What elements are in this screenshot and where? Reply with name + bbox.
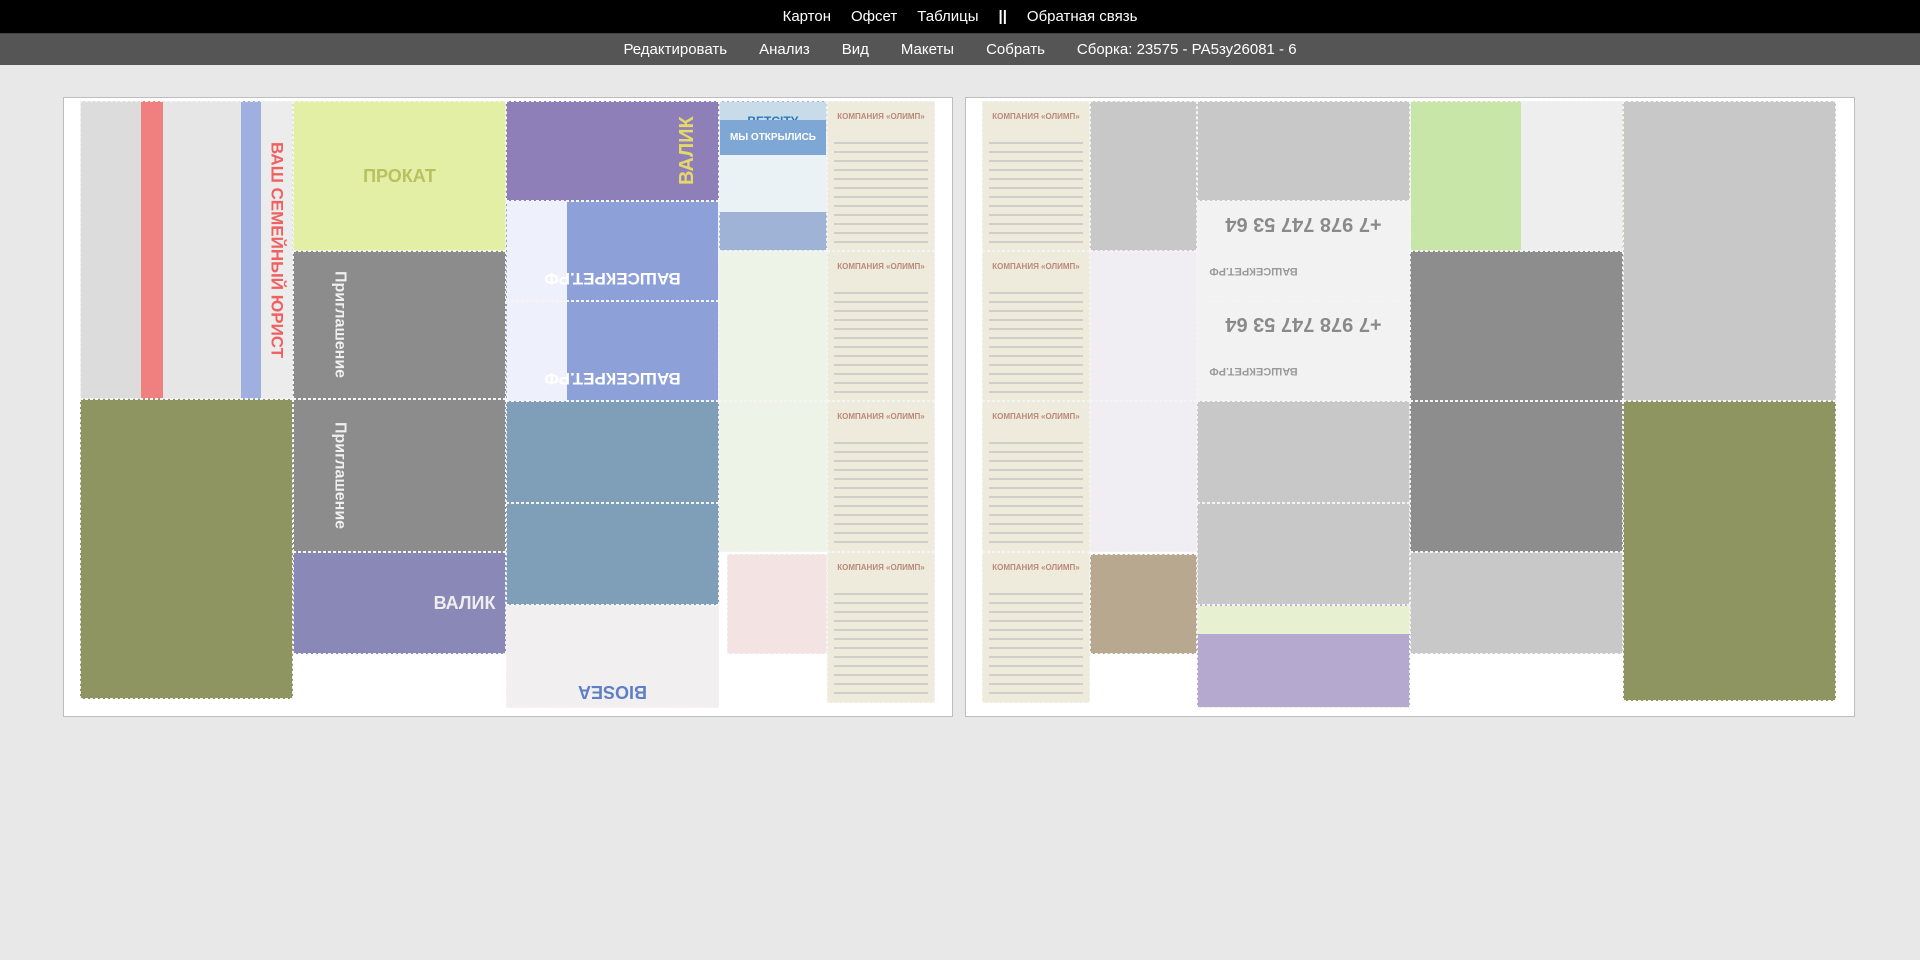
layout-olimp-1[interactable]: КОМПАНИЯ «ОЛИМП» xyxy=(827,101,935,251)
valik-title-1: ВАЛИК xyxy=(676,116,698,186)
build-info: Сборка: 23575 - РА5зу26081 - 6 xyxy=(1076,41,1297,58)
empty-slot-3[interactable] xyxy=(1623,101,1836,401)
sub-navigation: Редактировать Анализ Вид Макеты Собрать … xyxy=(0,34,1920,65)
secret-title-r2: ВАШСЕКРЕТ.РФ xyxy=(1209,365,1298,377)
phone-title-2: +7 978 747 53 64 xyxy=(1225,313,1382,335)
empty-slot-5[interactable] xyxy=(1197,503,1410,605)
olimp-title-1: КОМПАНИЯ «ОЛИМП» xyxy=(837,111,925,121)
prokat-title: ПРОКАТ xyxy=(363,165,436,186)
layout-forest-poster-2[interactable] xyxy=(1623,401,1836,701)
layout-invitation-2[interactable]: Приглашение xyxy=(293,399,506,552)
olimp-text-lines-2 xyxy=(834,292,928,394)
empty-slot-4[interactable] xyxy=(1197,401,1410,503)
empty-slot-1[interactable] xyxy=(1090,101,1197,251)
layout-prokat[interactable]: ПРОКАТ xyxy=(293,101,506,251)
layout-menu-card[interactable] xyxy=(727,554,827,654)
olimp-text-lines-r3 xyxy=(989,442,1083,545)
invitation-title-1: Приглашение xyxy=(331,271,349,379)
olimp-text-lines-r2 xyxy=(989,292,1083,394)
nav-karton[interactable]: Картон xyxy=(783,8,831,25)
nav-ofset[interactable]: Офсет xyxy=(851,8,897,25)
secret-title-r1: ВАШСЕКРЕТ.РФ xyxy=(1209,265,1298,277)
layout-betcity[interactable]: BETCITY МЫ ОТКРЫЛИСЬ xyxy=(719,101,827,251)
nav-separator: || xyxy=(998,8,1007,25)
layout-olimp-r2[interactable]: КОМПАНИЯ «ОЛИМП» xyxy=(982,251,1090,401)
secret-title-1: ВАШСЕКРЕТ.РФ xyxy=(544,269,681,289)
layout-secret-2[interactable]: ВАШСЕКРЕТ.РФ xyxy=(506,301,719,401)
layout-forest-poster-1[interactable] xyxy=(80,399,293,699)
valik-title-2: ВАЛИК xyxy=(433,592,496,613)
layout-secret-1[interactable]: ВАШСЕКРЕТ.РФ xyxy=(506,201,719,301)
invitation-title-2: Приглашение xyxy=(331,421,349,530)
olimp-title-4: КОМПАНИЯ «ОЛИМП» xyxy=(837,563,925,572)
layout-olimp-r4[interactable]: КОМПАНИЯ «ОЛИМП» xyxy=(982,552,1090,703)
olimp-title-r2: КОМПАНИЯ «ОЛИМП» xyxy=(992,261,1080,271)
print-sheet-left[interactable]: ВАШ СЕМЕЙНЫЙ ЮРИСТ ПРОКАТ Приглашение ВА… xyxy=(63,97,953,717)
layout-spa-flyer[interactable] xyxy=(1197,605,1410,708)
layout-invitation-1[interactable]: Приглашение xyxy=(293,251,506,399)
olimp-text-lines-1 xyxy=(834,142,928,244)
layout-biosea[interactable]: BIOSEA xyxy=(506,605,719,708)
olimp-title-r4: КОМПАНИЯ «ОЛИМП» xyxy=(992,563,1080,572)
menu-assemble[interactable]: Собрать xyxy=(986,41,1045,58)
olimp-text-lines-3 xyxy=(834,442,928,545)
layout-secret-phone-2[interactable]: +7 978 747 53 64 ВАШСЕКРЕТ.РФ xyxy=(1197,301,1410,401)
layout-olimp-r3[interactable]: КОМПАНИЯ «ОЛИМП» xyxy=(982,401,1090,552)
layout-kids-center-1[interactable] xyxy=(719,251,827,401)
layout-lawyer[interactable]: ВАШ СЕМЕЙНЫЙ ЮРИСТ xyxy=(80,101,293,399)
layout-secret-phone-1[interactable]: +7 978 747 53 64 ВАШСЕКРЕТ.РФ xyxy=(1197,201,1410,301)
layout-valik-2[interactable]: ВАЛИК xyxy=(293,552,506,654)
layout-text-flyer-1[interactable] xyxy=(1090,251,1197,401)
layout-olimp-3[interactable]: КОМПАНИЯ «ОЛИМП» xyxy=(827,401,935,552)
olimp-text-lines-r4 xyxy=(989,593,1083,696)
olimp-text-lines-r1 xyxy=(989,142,1083,244)
layout-olimp-2[interactable]: КОМПАНИЯ «ОЛИМП» xyxy=(827,251,935,401)
layout-valik-3[interactable] xyxy=(506,401,719,503)
top-navigation: Картон Офсет Таблицы || Обратная связь xyxy=(0,0,1920,34)
lawyer-title: ВАШ СЕМЕЙНЫЙ ЮРИСТ xyxy=(267,141,287,359)
layout-valik-4[interactable] xyxy=(506,503,719,605)
biosea-title: BIOSEA xyxy=(578,682,648,702)
opened-title: МЫ ОТКРЫЛИСЬ xyxy=(720,120,826,155)
olimp-title-r1: КОМПАНИЯ «ОЛИМП» xyxy=(992,111,1080,121)
olimp-title-3: КОМПАНИЯ «ОЛИМП» xyxy=(837,412,925,421)
layout-tea-2[interactable] xyxy=(1410,401,1623,552)
menu-analysis[interactable]: Анализ xyxy=(759,41,810,58)
empty-slot-2[interactable] xyxy=(1197,101,1410,201)
layout-park-map[interactable] xyxy=(1410,101,1623,251)
layout-olimp-4[interactable]: КОМПАНИЯ «ОЛИМП» xyxy=(827,552,935,703)
layout-valik-1[interactable]: ВАЛИК xyxy=(506,101,719,201)
menu-edit[interactable]: Редактировать xyxy=(623,41,727,58)
olimp-title-r3: КОМПАНИЯ «ОЛИМП» xyxy=(992,412,1080,421)
print-sheet-right[interactable]: КОМПАНИЯ «ОЛИМП» +7 978 747 53 64 ВАШСЕК… xyxy=(965,97,1855,717)
layout-flower-card[interactable] xyxy=(1090,554,1197,654)
olimp-title-2: КОМПАНИЯ «ОЛИМП» xyxy=(837,261,925,271)
layout-tea-1[interactable] xyxy=(1410,251,1623,401)
olimp-text-lines-4 xyxy=(834,593,928,696)
layout-kids-center-2[interactable] xyxy=(719,401,827,552)
empty-slot-6[interactable] xyxy=(1410,552,1623,654)
layout-text-flyer-2[interactable] xyxy=(1090,401,1197,552)
secret-title-2: ВАШСЕКРЕТ.РФ xyxy=(544,369,681,389)
layout-olimp-r1[interactable]: КОМПАНИЯ «ОЛИМП» xyxy=(982,101,1090,251)
phone-title-1: +7 978 747 53 64 xyxy=(1225,213,1382,235)
nav-feedback[interactable]: Обратная связь xyxy=(1027,8,1138,25)
menu-view[interactable]: Вид xyxy=(842,41,869,58)
nav-tables[interactable]: Таблицы xyxy=(917,8,978,25)
menu-layouts[interactable]: Макеты xyxy=(901,41,954,58)
